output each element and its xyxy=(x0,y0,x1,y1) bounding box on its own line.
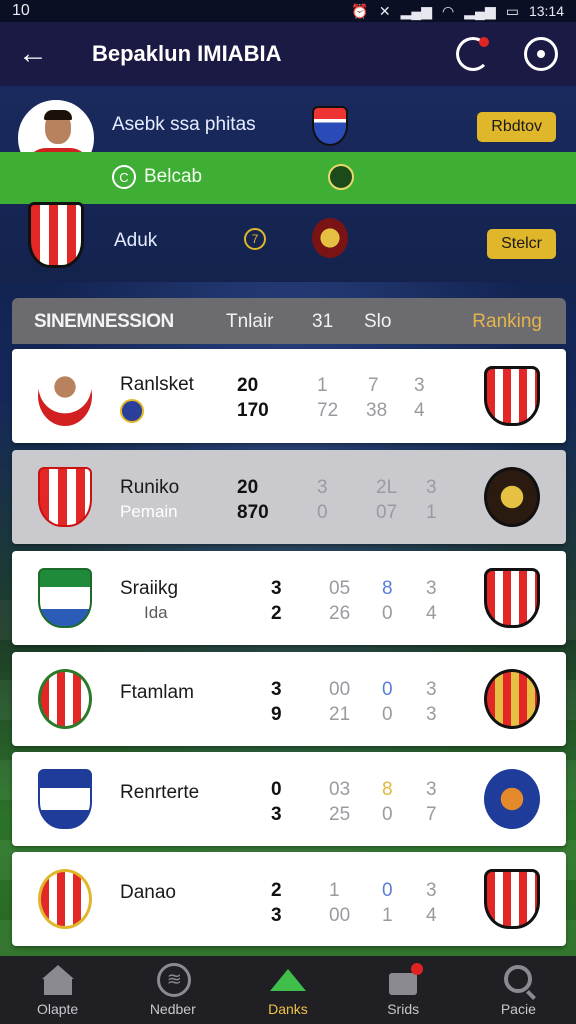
club-crest-round-icon xyxy=(312,218,348,258)
signal-icon-2: ▂▄▆ xyxy=(464,2,496,19)
column-header-3[interactable]: Slo xyxy=(364,311,391,333)
c-icon: C xyxy=(112,165,136,189)
top-panel: Asebk ssa phitas Rbdtov C Belcab Aduk 7 … xyxy=(0,86,576,282)
nav-item-ranks[interactable]: Danks xyxy=(230,956,345,1024)
column-header-1[interactable]: Tnlair xyxy=(226,311,274,333)
top-row3-text: Aduk xyxy=(114,230,158,251)
nav-label: Olapte xyxy=(36,1001,79,1017)
status-left-text: 10 xyxy=(12,2,30,19)
strip-text: Belcab xyxy=(144,166,203,187)
status-bar: 10 ⏰ ✕ ▂▄▆ ◠ ▂▄▆ ▭ 13:14 xyxy=(0,0,576,22)
top-row1-text: Asebk ssa phitas xyxy=(112,114,256,135)
nav-item-home[interactable]: Olapte xyxy=(0,956,115,1024)
top-row3-number: 7 xyxy=(244,228,266,250)
alarm-icon: ⏰ xyxy=(351,2,369,19)
nav-item-search[interactable]: Pacie xyxy=(461,956,576,1024)
notification-dot xyxy=(479,37,489,47)
target-button[interactable] xyxy=(524,37,558,71)
mute-icon: ✕ xyxy=(378,2,391,19)
table-header: SINEMNESSION Tnlair 31 Slo Ranking xyxy=(12,298,566,344)
app-bar: ← Bepaklun IMIABIA xyxy=(0,22,576,86)
nav-item-shop[interactable]: Srids xyxy=(346,956,461,1024)
ranking-header[interactable]: Ranking xyxy=(472,311,542,333)
search-icon xyxy=(502,965,534,995)
status-icons: ⏰ ✕ ▂▄▆ ◠ ▂▄▆ ▭ 13:14 xyxy=(351,3,564,20)
bag-icon xyxy=(387,963,424,995)
ball-icon xyxy=(156,963,191,997)
top-row3-button[interactable]: Stelcr xyxy=(487,229,556,259)
back-button[interactable]: ← xyxy=(18,37,58,71)
club-crest-large-icon xyxy=(28,202,84,268)
strip-crest-icon xyxy=(328,164,354,190)
shoe-icon xyxy=(269,965,306,995)
bottom-nav: Olapte Nedber Danks Srids Pacie xyxy=(0,956,576,1024)
battery-icon: ▭ xyxy=(505,2,519,19)
status-time: 13:14 xyxy=(528,3,564,19)
wifi-icon: ◠ xyxy=(442,2,455,19)
club-crest-icon xyxy=(312,106,348,146)
nav-label: Nedber xyxy=(149,1001,196,1017)
column-header-2[interactable]: 31 xyxy=(312,311,333,333)
nav-label: Srids xyxy=(387,1001,420,1017)
nav-item-ball[interactable]: Nedber xyxy=(115,956,230,1024)
table-title: SINEMNESSION xyxy=(34,311,174,332)
top-row1-button[interactable]: Rbdtov xyxy=(477,112,556,142)
home-icon xyxy=(41,965,74,995)
arrow-left-icon: ← xyxy=(18,37,48,70)
nav-label: Danks xyxy=(268,1001,308,1017)
page-title: Bepaklun IMIABIA xyxy=(92,41,282,66)
signal-icon: ▂▄▆ xyxy=(400,2,433,19)
green-strip: C Belcab xyxy=(0,152,576,204)
refresh-button[interactable] xyxy=(456,37,490,71)
nav-label: Pacie xyxy=(500,1001,536,1017)
